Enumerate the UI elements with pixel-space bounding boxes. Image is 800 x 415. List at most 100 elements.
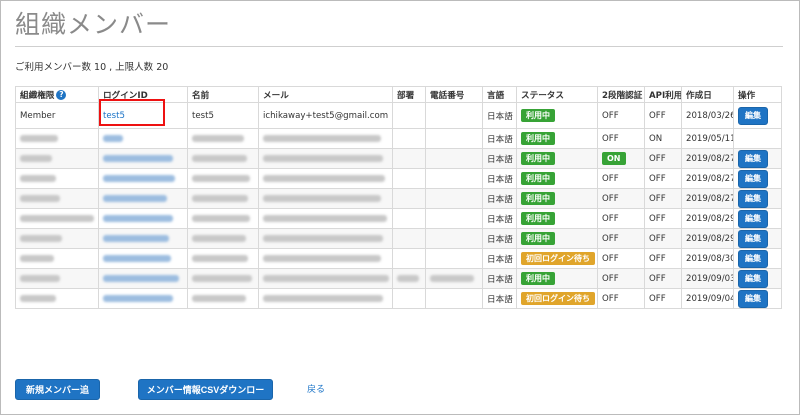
cell-phone — [425, 128, 483, 149]
cell-api: OFF — [644, 268, 682, 289]
edit-button[interactable]: 編集 — [738, 249, 768, 268]
header-created: 作成日 — [681, 86, 734, 103]
cell-login-id — [98, 148, 188, 169]
download-csv-button[interactable]: メンバー情報CSVダウンロード — [138, 379, 273, 414]
cell-api: OFF — [644, 102, 682, 129]
cell-email — [258, 208, 393, 229]
cell-status: 利用中 — [516, 188, 598, 209]
redacted-text[interactable] — [103, 214, 173, 222]
cell-email — [258, 268, 393, 289]
add-member-button[interactable]: 新規メンバー追加 — [15, 379, 100, 414]
cell-name — [187, 268, 259, 289]
status-badge: 初回ログイン待ち — [521, 292, 595, 305]
cell-status: 利用中 — [516, 128, 598, 149]
status-badge: 利用中 — [521, 272, 555, 285]
cell-operation: 編集 — [733, 102, 782, 129]
table-row: 日本語 初回ログイン待ち OFF OFF 2019/08/30 編集 — [15, 248, 782, 269]
cell-department — [392, 228, 426, 249]
cell-language: 日本語 — [482, 128, 517, 149]
title-divider — [15, 46, 783, 47]
cell-created: 2019/08/30 — [681, 248, 734, 269]
back-link[interactable]: 戻る — [307, 382, 325, 395]
cell-api: OFF — [644, 228, 682, 249]
cell-two-factor: OFF — [597, 102, 645, 129]
header-api: API利用 — [644, 86, 682, 103]
cell-api: OFF — [644, 188, 682, 209]
cell-created: 2019/09/03 — [681, 268, 734, 289]
cell-operation: 編集 — [733, 168, 782, 189]
cell-role — [15, 128, 99, 149]
cell-email — [258, 228, 393, 249]
cell-phone — [425, 208, 483, 229]
cell-role — [15, 248, 99, 269]
edit-button[interactable]: 編集 — [738, 269, 768, 288]
cell-email — [258, 128, 393, 149]
redacted-text[interactable] — [103, 134, 123, 142]
cell-two-factor: OFF — [597, 188, 645, 209]
cell-two-factor: OFF — [597, 168, 645, 189]
edit-button[interactable]: 編集 — [738, 289, 768, 308]
cell-phone — [425, 168, 483, 189]
edit-button[interactable]: 編集 — [738, 189, 768, 208]
redacted-text[interactable] — [103, 154, 173, 162]
cell-login-id — [98, 228, 188, 249]
redacted-text — [192, 294, 246, 302]
cell-operation: 編集 — [733, 148, 782, 169]
header-status: ステータス — [516, 86, 598, 103]
cell-status: 利用中 — [516, 148, 598, 169]
status-badge: 利用中 — [521, 152, 555, 165]
table-row: 日本語 利用中 ON OFF 2019/08/27 編集 — [15, 148, 782, 169]
header-department: 部署 — [392, 86, 426, 103]
edit-button[interactable]: 編集 — [738, 169, 768, 188]
cell-language: 日本語 — [482, 148, 517, 169]
status-badge: 利用中 — [521, 109, 555, 122]
status-badge: 利用中 — [521, 192, 555, 205]
cell-language: 日本語 — [482, 102, 517, 129]
table-row: 日本語 利用中 OFF OFF 2019/08/29 編集 — [15, 228, 782, 249]
table-row: 日本語 利用中 OFF ON 2019/05/11 — [15, 128, 782, 149]
redacted-text[interactable] — [103, 194, 167, 202]
redacted-text — [263, 214, 387, 222]
cell-status: 利用中 — [516, 168, 598, 189]
cell-language: 日本語 — [482, 248, 517, 269]
cell-status: 初回ログイン待ち — [516, 248, 598, 269]
cell-department — [392, 248, 426, 269]
cell-operation: 編集 — [733, 188, 782, 209]
cell-role — [15, 268, 99, 289]
cell-email — [258, 248, 393, 269]
cell-operation: 編集 — [733, 248, 782, 269]
page-frame: 組織メンバー ご利用メンバー数 10 , 上限人数 20 組織権限? ログインI… — [0, 0, 800, 415]
help-icon[interactable]: ? — [56, 90, 67, 100]
cell-language: 日本語 — [482, 208, 517, 229]
cell-department — [392, 102, 426, 129]
redacted-text[interactable] — [103, 234, 169, 242]
edit-button[interactable]: 編集 — [738, 149, 768, 168]
cell-login-id — [98, 188, 188, 209]
edit-button[interactable]: 編集 — [738, 106, 768, 125]
redacted-text[interactable] — [103, 174, 175, 182]
cell-operation — [733, 128, 782, 149]
redacted-text[interactable] — [103, 294, 173, 302]
cell-name — [187, 148, 259, 169]
cell-created: 2019/08/27 — [681, 168, 734, 189]
cell-department — [392, 288, 426, 309]
status-badge: 利用中 — [521, 232, 555, 245]
edit-button[interactable]: 編集 — [738, 229, 768, 248]
table-row: 日本語 利用中 OFF OFF 2019/08/29 編集 — [15, 208, 782, 229]
cell-name — [187, 168, 259, 189]
cell-two-factor: ON — [597, 148, 645, 169]
cell-status: 初回ログイン待ち — [516, 288, 598, 309]
cell-role — [15, 148, 99, 169]
header-role: 組織権限? — [15, 86, 99, 103]
status-badge: 利用中 — [521, 172, 555, 185]
redacted-text[interactable] — [103, 274, 179, 282]
redacted-text[interactable] — [103, 254, 171, 262]
cell-created: 2019/08/27 — [681, 188, 734, 209]
cell-two-factor: OFF — [597, 268, 645, 289]
page-title: 組織メンバー — [15, 10, 172, 39]
edit-button[interactable]: 編集 — [738, 209, 768, 228]
cell-api: OFF — [644, 288, 682, 309]
cell-status: 利用中 — [516, 228, 598, 249]
cell-email — [258, 188, 393, 209]
cell-phone — [425, 288, 483, 309]
